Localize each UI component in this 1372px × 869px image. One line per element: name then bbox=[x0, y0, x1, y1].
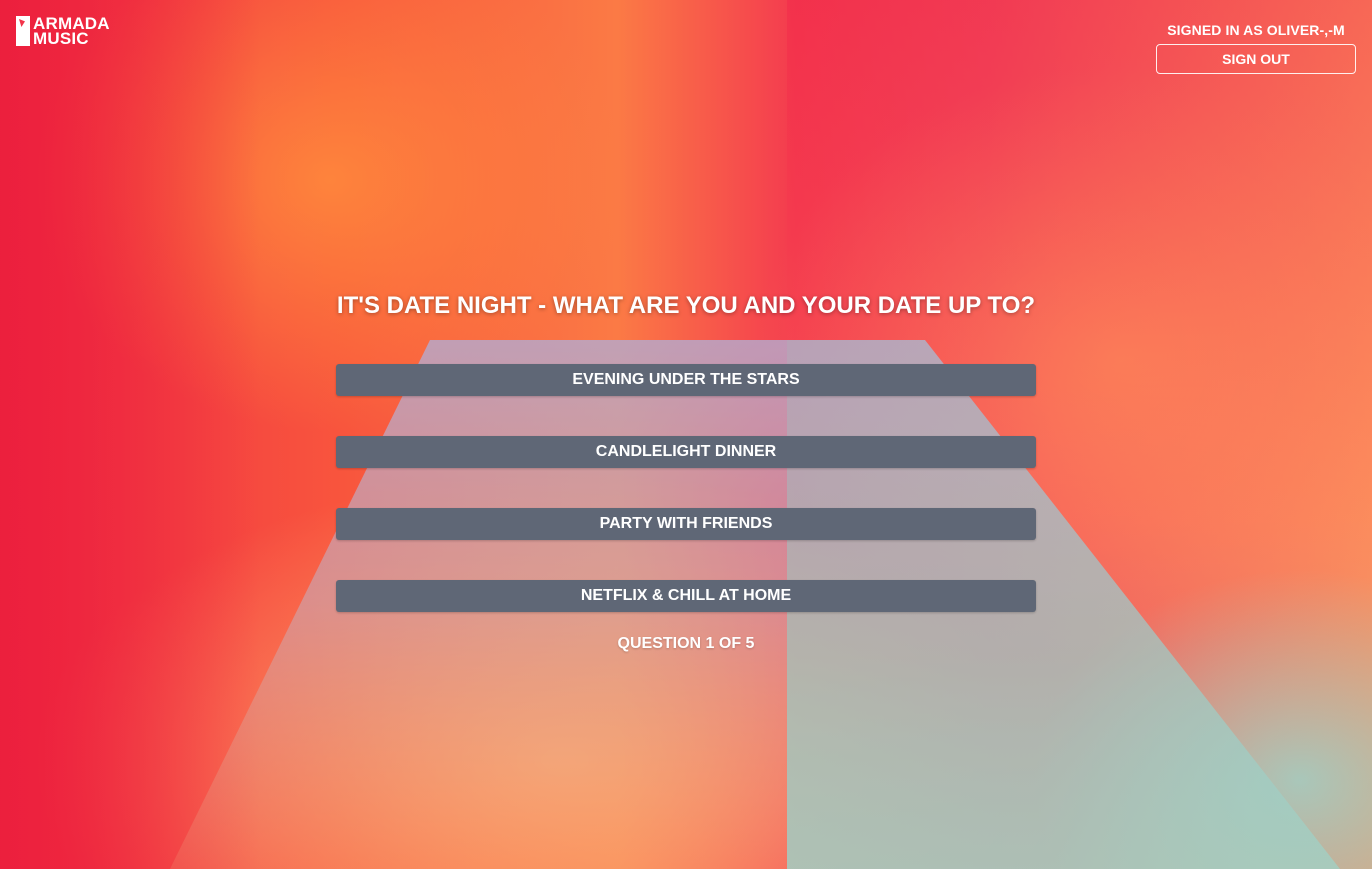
signed-in-label: SIGNED IN AS OLIVER-,-M bbox=[1167, 22, 1345, 38]
account-panel: SIGNED IN AS OLIVER-,-M SIGN OUT bbox=[1156, 22, 1356, 74]
question-progress: QUESTION 1 OF 5 bbox=[617, 635, 755, 652]
quiz-page: ARMADA MUSIC SIGNED IN AS OLIVER-,-M SIG… bbox=[0, 0, 1372, 869]
logo-wordmark: ARMADA MUSIC bbox=[33, 15, 110, 48]
logo-line-2: MUSIC bbox=[33, 29, 89, 48]
answer-option-netflix-and-chill[interactable]: NETFLIX & CHILL AT HOME bbox=[336, 580, 1036, 612]
armada-logo-icon bbox=[16, 16, 30, 46]
answer-list: EVENING UNDER THE STARS CANDLELIGHT DINN… bbox=[336, 364, 1036, 612]
answer-option-candlelight-dinner[interactable]: CANDLELIGHT DINNER bbox=[336, 436, 1036, 468]
answer-option-party-with-friends[interactable]: PARTY WITH FRIENDS bbox=[336, 508, 1036, 540]
armada-music-logo[interactable]: ARMADA MUSIC bbox=[16, 15, 110, 48]
question-title: IT'S DATE NIGHT - WHAT ARE YOU AND YOUR … bbox=[336, 292, 1036, 319]
answer-option-evening-under-the-stars[interactable]: EVENING UNDER THE STARS bbox=[336, 364, 1036, 396]
sign-out-button[interactable]: SIGN OUT bbox=[1156, 44, 1356, 74]
